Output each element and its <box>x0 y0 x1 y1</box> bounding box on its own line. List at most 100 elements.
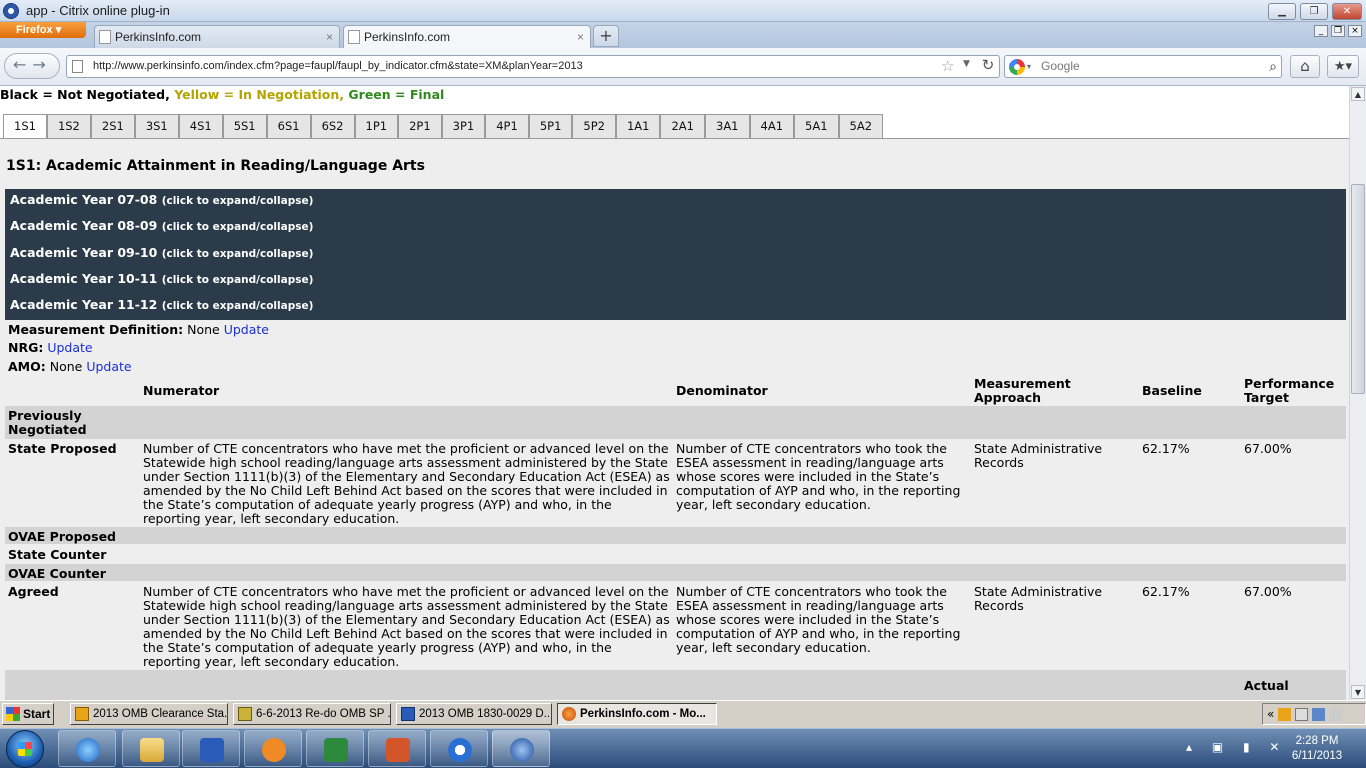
bookmark-star-icon[interactable]: ☆ <box>941 57 954 75</box>
home-icon[interactable]: ⌂ <box>1290 55 1320 78</box>
taskbar-item-omb-1830[interactable]: 2013 OMB 1830-0029 D... <box>396 703 552 725</box>
baseline-header: Baseline <box>1142 383 1202 398</box>
indicator-tab-6s1[interactable]: 6S1 <box>266 114 311 138</box>
browser-tab-2[interactable]: PerkinsInfo.com × <box>343 25 591 48</box>
update-link[interactable]: Update <box>47 340 92 355</box>
academic-year-list: Academic Year 07-08 (click to expand/col… <box>5 189 1346 320</box>
indicator-tab-4s1[interactable]: 4S1 <box>178 114 223 138</box>
indicator-tab-3s1[interactable]: 3S1 <box>134 114 179 138</box>
new-tab-button[interactable]: + <box>593 25 619 47</box>
performance-target-header: Performance Target <box>1244 376 1335 405</box>
search-input[interactable]: ▾ Google ⌕ <box>1004 55 1282 78</box>
indicator-tab-2s1[interactable]: 2S1 <box>90 114 135 138</box>
browser-restore-button[interactable]: ❐ <box>1331 25 1345 37</box>
indicator-tab-3p1[interactable]: 3P1 <box>441 114 486 138</box>
plus-icon <box>448 738 472 762</box>
taskbar-pin-excel[interactable] <box>306 730 364 767</box>
indicator-tab-5a1[interactable]: 5A1 <box>794 114 839 138</box>
address-bar[interactable]: http://www.perkinsinfo.com/index.cfm?pag… <box>66 55 1000 78</box>
taskbar-pin-health[interactable] <box>430 730 488 767</box>
indicator-tab-2a1[interactable]: 2A1 <box>660 114 705 138</box>
search-icon[interactable]: ⌕ <box>1269 56 1277 77</box>
indicator-tab-3a1[interactable]: 3A1 <box>705 114 750 138</box>
scroll-up-icon[interactable]: ▲ <box>1351 87 1365 101</box>
scroll-thumb[interactable] <box>1351 184 1365 394</box>
taskbar-pin-word[interactable] <box>182 730 240 767</box>
indicator-tab-2p1[interactable]: 2P1 <box>398 114 442 138</box>
taskbar-item-omb-clearance[interactable]: 2013 OMB Clearance Sta... <box>70 703 228 725</box>
browser-close-button[interactable]: × <box>1348 25 1362 37</box>
firefox-menu-button[interactable]: Firefox ▾ <box>0 22 86 38</box>
notification-tray-icon[interactable] <box>1295 708 1308 721</box>
taskbar-pin-citrix[interactable] <box>492 730 550 767</box>
system-tray-icons[interactable]: ▴ ▣ ▮ ✕ <box>1186 740 1287 754</box>
clock-time: 2:28 PM <box>1295 735 1339 747</box>
page-icon <box>348 30 360 44</box>
page-title: 1S1: Academic Attainment in Reading/Lang… <box>6 158 425 174</box>
vertical-scrollbar[interactable]: ▲ ▼ <box>1349 86 1366 700</box>
browser-minimize-button[interactable]: _ <box>1314 25 1328 37</box>
indicator-tab-5s1[interactable]: 5S1 <box>222 114 267 138</box>
firefox-menu-label: Firefox <box>16 24 53 36</box>
excel-icon <box>324 738 348 762</box>
numerator-header: Numerator <box>143 383 220 398</box>
year-row-10-11[interactable]: Academic Year 10-11 (click to expand/col… <box>10 271 313 286</box>
media-player-icon <box>262 738 286 762</box>
clock[interactable]: 2:28 PM 6/11/2013 <box>1284 734 1350 764</box>
indicator-tab-6s2[interactable]: 6S2 <box>310 114 355 138</box>
taskbar-pin-media[interactable] <box>244 730 302 767</box>
denominator-header: Denominator <box>676 383 768 398</box>
update-link[interactable]: Update <box>86 359 131 374</box>
indicator-tab-1a1[interactable]: 1A1 <box>615 114 661 138</box>
page-icon <box>99 30 111 44</box>
volume-tray-icon[interactable] <box>1328 708 1342 721</box>
taskbar-pin-ie[interactable] <box>58 730 116 767</box>
numerator-cell: Number of CTE concentrators who have met… <box>143 584 670 669</box>
browser-tab-1[interactable]: PerkinsInfo.com × <box>94 25 340 48</box>
update-link[interactable]: Update <box>224 322 269 337</box>
search-engine-dropdown-icon[interactable]: ▾ <box>1027 56 1031 77</box>
minimize-button[interactable]: ▁ <box>1268 3 1296 20</box>
nrg-label: NRG: <box>8 340 44 355</box>
maximize-button[interactable]: ❐ <box>1300 3 1328 20</box>
back-arrow-icon[interactable]: ← <box>13 55 32 74</box>
network-tray-icon[interactable] <box>1311 708 1325 721</box>
status-legend: Black = Not Negotiated, Yellow = In Nego… <box>0 87 444 102</box>
amo-value: None <box>49 359 83 374</box>
taskbar-pin-powerpoint[interactable] <box>368 730 426 767</box>
year-row-07-08[interactable]: Academic Year 07-08 (click to expand/col… <box>10 192 313 207</box>
row-label-previously-negotiated: Previously Negotiated <box>8 408 87 437</box>
indicator-tab-1s2[interactable]: 1S2 <box>46 114 91 138</box>
outlook-tray-icon[interactable] <box>1278 708 1292 721</box>
back-forward-buttons[interactable]: ←→ <box>4 53 60 79</box>
close-tab-icon[interactable]: × <box>326 26 333 48</box>
year-row-08-09[interactable]: Academic Year 08-09 (click to expand/col… <box>10 218 313 233</box>
scroll-down-icon[interactable]: ▼ <box>1351 685 1365 699</box>
indicator-tab-5a2[interactable]: 5A2 <box>838 114 884 138</box>
url-text[interactable]: http://www.perkinsinfo.com/index.cfm?pag… <box>93 60 583 72</box>
legend-black: Black = Not Negotiated, <box>0 87 170 102</box>
bookmarks-button[interactable]: ★▾ <box>1327 55 1359 78</box>
taskbar-item-perkinsinfo[interactable]: PerkinsInfo.com - Mo... <box>557 703 717 725</box>
indicator-tab-4a1[interactable]: 4A1 <box>749 114 795 138</box>
page-icon <box>72 60 83 73</box>
indicator-tab-5p2[interactable]: 5P2 <box>572 114 616 138</box>
indicator-tab-1s1[interactable]: 1S1 <box>3 114 47 139</box>
indicator-tab-4p1[interactable]: 4P1 <box>485 114 529 138</box>
close-tab-icon[interactable]: × <box>577 26 584 48</box>
windows-start-orb[interactable] <box>6 730 44 768</box>
tray-chevron-icon[interactable]: « <box>1267 707 1274 721</box>
year-row-11-12[interactable]: Academic Year 11-12 (click to expand/col… <box>10 297 313 312</box>
close-button[interactable]: ✕ <box>1332 3 1362 20</box>
dropdown-arrow-icon[interactable]: ▼ <box>963 59 970 69</box>
indicator-tab-5p1[interactable]: 5P1 <box>528 114 573 138</box>
forward-arrow-icon[interactable]: → <box>32 55 51 74</box>
word-icon <box>200 738 224 762</box>
indicator-tab-1p1[interactable]: 1P1 <box>354 114 399 138</box>
start-button[interactable]: Start <box>2 703 54 725</box>
year-row-09-10[interactable]: Academic Year 09-10 (click to expand/col… <box>10 245 313 260</box>
reload-icon[interactable]: ↻ <box>978 55 998 78</box>
year-label: Academic Year 10-11 <box>10 271 158 286</box>
taskbar-item-redo-omb[interactable]: 6-6-2013 Re-do OMB SP ... <box>233 703 391 725</box>
taskbar-pin-explorer[interactable] <box>122 730 180 767</box>
